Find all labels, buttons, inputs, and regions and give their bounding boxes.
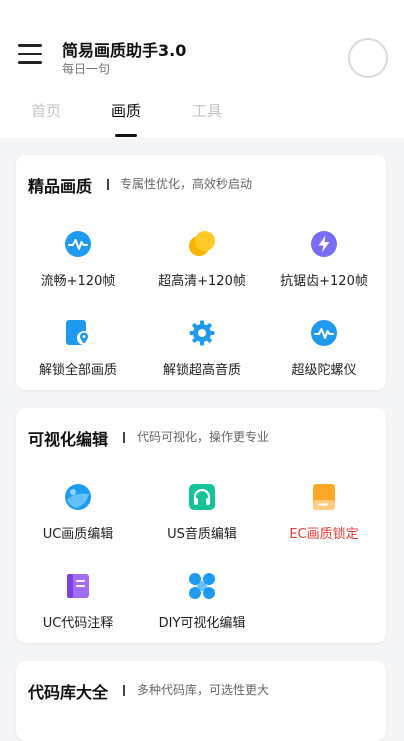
app-title: 简易画质助手3.0 (62, 41, 187, 60)
item-smooth-120fps[interactable]: 流畅+120帧 (16, 230, 140, 300)
item-uc-quality-edit[interactable]: UC画质编辑 (16, 483, 140, 553)
coins-icon (189, 231, 215, 256)
tab-home[interactable]: 首页 (31, 100, 61, 121)
section-desc: 多种代码库，可选性更大 (137, 683, 270, 697)
item-label: US音质编辑 (167, 527, 237, 542)
title-divider (107, 179, 109, 190)
section-code-library: 代码库大全 多种代码库，可选性更大 (16, 661, 386, 741)
item-unlock-hifi-audio[interactable]: 解锁超高音质 (140, 319, 264, 389)
lightning-icon (311, 231, 337, 257)
item-super-gyroscope[interactable]: 超级陀螺仪 (262, 319, 386, 389)
item-diy-visual-edit[interactable]: DIY可视化编辑 (140, 572, 264, 642)
item-label: UC画质编辑 (42, 527, 114, 542)
tab-tools[interactable]: 工具 (192, 100, 222, 121)
section-premium-quality: 精品画质 专属性优化，高效秒启动 流畅+120帧 超高清+120帧 抗锯齿+12… (16, 155, 386, 390)
section-title: 精品画质 (28, 177, 93, 196)
item-label: UC代码注释 (42, 616, 114, 631)
section-desc: 代码可视化，操作更专业 (137, 430, 270, 444)
item-label: 流畅+120帧 (40, 274, 116, 289)
daily-quote: 每日一句 (62, 62, 111, 76)
book-icon (67, 574, 89, 598)
puzzle-icon (189, 573, 215, 599)
title-divider (123, 685, 125, 696)
section-title: 代码库大全 (28, 683, 109, 702)
item-us-audio-edit[interactable]: US音质编辑 (140, 483, 264, 553)
item-label: 抗锯齿+120帧 (280, 274, 368, 289)
item-label: 超高清+120帧 (158, 274, 246, 289)
top-bar: 简易画质助手3.0 每日一句 首页 画质 工具 (0, 0, 404, 138)
item-uhd-120fps[interactable]: 超高清+120帧 (140, 230, 264, 300)
location-file-icon (66, 320, 91, 345)
globe-icon (65, 484, 91, 510)
tab-quality[interactable]: 画质 (111, 100, 141, 121)
section-visual-edit: 可视化编辑 代码可视化，操作更专业 UC画质编辑 US音质编辑 EC画质锁定 U… (16, 408, 386, 643)
active-tab-indicator (115, 134, 137, 137)
item-ec-quality-lock[interactable]: EC画质锁定 (262, 483, 386, 553)
menu-icon[interactable] (18, 44, 42, 64)
gear-icon (189, 320, 215, 346)
section-desc: 专属性优化，高效秒启动 (120, 177, 253, 191)
tab-bar: 首页 画质 工具 (0, 100, 404, 138)
pulse-icon (311, 320, 337, 346)
headphones-icon (189, 484, 215, 510)
section-title: 可视化编辑 (28, 430, 109, 449)
item-unlock-all-quality[interactable]: 解锁全部画质 (16, 319, 140, 389)
item-label: 解锁超高音质 (162, 363, 241, 378)
item-label: DIY可视化编辑 (158, 616, 246, 631)
item-uc-code-comment[interactable]: UC代码注释 (16, 572, 140, 642)
item-label: EC画质锁定 (289, 527, 359, 542)
pulse-icon (65, 231, 91, 257)
avatar[interactable] (348, 38, 388, 78)
document-icon (313, 484, 335, 510)
item-antialias-120fps[interactable]: 抗锯齿+120帧 (262, 230, 386, 300)
title-divider (123, 432, 125, 443)
item-label: 解锁全部画质 (38, 363, 117, 378)
item-label: 超级陀螺仪 (291, 363, 357, 378)
